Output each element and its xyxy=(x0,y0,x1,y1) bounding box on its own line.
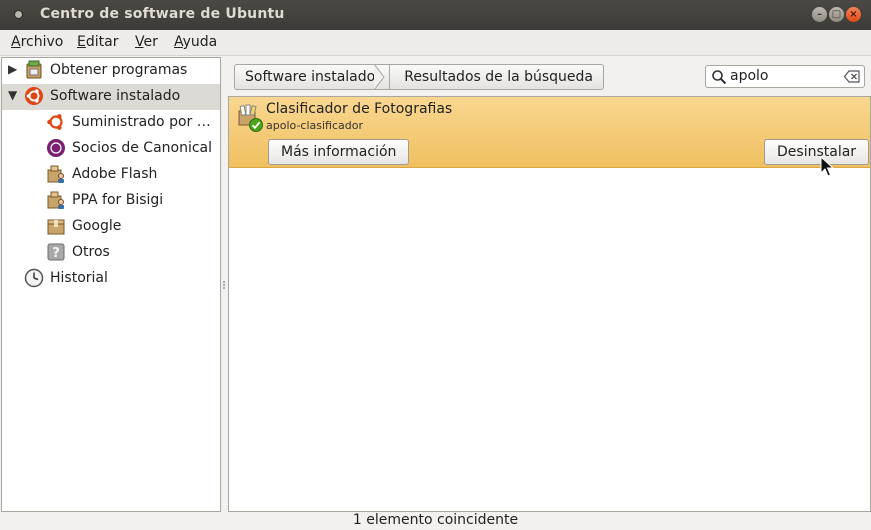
ubuntu-circle-icon xyxy=(47,114,63,130)
sidebar-item-label: Socios de Canonical xyxy=(72,140,213,156)
mouse-cursor-icon xyxy=(820,156,834,177)
menu-ayuda-mnemonic: A xyxy=(174,34,183,50)
sidebar-item-google[interactable]: Google xyxy=(2,214,220,240)
sidebar-item-ppa-bisigi[interactable]: PPA for Bisigi xyxy=(2,188,220,214)
svg-text:?: ? xyxy=(52,246,60,261)
window-menu-icon[interactable] xyxy=(14,10,23,19)
software-center-window: Centro de software de Ubuntu – □ × Archi… xyxy=(0,0,871,530)
results-list: Clasificador de Fotografias apolo-clasif… xyxy=(228,96,871,512)
menu-archivo-label: rchivo xyxy=(20,34,64,50)
clear-search-icon[interactable] xyxy=(844,70,860,83)
sidebar-item-label: Obtener programas xyxy=(50,62,188,78)
installed-check-icon xyxy=(249,118,263,132)
canonical-icon xyxy=(47,139,65,157)
sidebar-item-historial[interactable]: Historial xyxy=(2,266,220,292)
window-title: Centro de software de Ubuntu xyxy=(40,6,285,22)
sidebar-item-label: Otros xyxy=(72,244,110,260)
sidebar-item-obtener-programas[interactable]: ▶ Obtener programas xyxy=(2,58,220,84)
menu-ayuda-label: yuda xyxy=(182,34,218,50)
clock-icon xyxy=(24,268,44,288)
close-button[interactable]: × xyxy=(846,7,861,22)
breadcrumb-resultados[interactable]: Resultados de la búsqueda xyxy=(390,64,605,90)
breadcrumb-arrow-icon xyxy=(373,64,385,90)
status-text: 1 elemento coincidente xyxy=(352,512,519,528)
sidebar-item-label: Historial xyxy=(50,270,108,286)
toolbar: Software instalado Resultados de la búsq… xyxy=(228,57,871,96)
menu-editar[interactable]: Editar xyxy=(77,34,118,50)
menu-editar-label: ditar xyxy=(85,34,119,50)
status-bar: 1 elemento coincidente xyxy=(0,512,871,530)
breadcrumb-software-instalado[interactable]: Software instalado xyxy=(234,64,391,90)
more-info-button[interactable]: Más información xyxy=(268,139,410,165)
sidebar-item-software-instalado[interactable]: ▼ Software instalado xyxy=(2,84,220,110)
ubuntu-logo-icon xyxy=(25,87,43,105)
menu-archivo[interactable]: Archivo xyxy=(11,34,63,50)
package-icon xyxy=(47,219,65,235)
menu-ayuda[interactable]: Ayuda xyxy=(174,34,217,50)
sidebar: ▶ Obtener programas ▼ Software instalado xyxy=(1,57,221,512)
search-input[interactable]: apolo xyxy=(705,65,865,88)
maximize-button[interactable]: □ xyxy=(829,7,844,22)
app-package-name: apolo-clasificador xyxy=(266,119,363,132)
list-item[interactable]: Clasificador de Fotografias apolo-clasif… xyxy=(229,97,870,168)
breadcrumb: Software instalado Resultados de la búsq… xyxy=(234,64,605,90)
title-bar: Centro de software de Ubuntu – □ × xyxy=(0,0,871,30)
app-name: Clasificador de Fotografias xyxy=(266,101,453,117)
menu-editar-mnemonic: E xyxy=(77,34,86,50)
sidebar-item-otros[interactable]: ? Otros xyxy=(2,240,220,266)
menu-archivo-mnemonic: A xyxy=(11,34,21,50)
expander-expanded-icon[interactable]: ▼ xyxy=(8,88,17,102)
package-person-icon xyxy=(47,191,64,209)
sidebar-item-adobe-flash[interactable]: Adobe Flash xyxy=(2,162,220,188)
menu-ver-mnemonic: V xyxy=(135,34,144,50)
menu-ver[interactable]: Ver xyxy=(135,34,158,50)
sidebar-item-socios-canonical[interactable]: Socios de Canonical xyxy=(2,136,220,162)
menu-bar: Archivo Editar Ver Ayuda xyxy=(0,30,871,56)
uninstall-button[interactable]: Desinstalar xyxy=(764,139,870,165)
sidebar-item-label: Google xyxy=(72,218,122,234)
sidebar-item-label: Adobe Flash xyxy=(72,166,158,182)
software-center-icon xyxy=(26,60,42,79)
minimize-button[interactable]: – xyxy=(812,7,827,22)
search-value: apolo xyxy=(730,68,769,84)
search-icon xyxy=(712,70,727,85)
expander-collapsed-icon[interactable]: ▶ xyxy=(8,62,17,76)
sidebar-item-label: PPA for Bisigi xyxy=(72,192,164,208)
unknown-question-icon: ? xyxy=(47,243,65,261)
package-person-icon xyxy=(47,165,64,183)
menu-ver-label: er xyxy=(143,34,158,50)
sidebar-item-label: Suministrado por … xyxy=(72,114,211,130)
pane-splitter-handle[interactable] xyxy=(221,280,227,292)
sidebar-item-label: Software instalado xyxy=(50,88,181,104)
sidebar-item-suministrado[interactable]: Suministrado por … xyxy=(2,110,220,136)
